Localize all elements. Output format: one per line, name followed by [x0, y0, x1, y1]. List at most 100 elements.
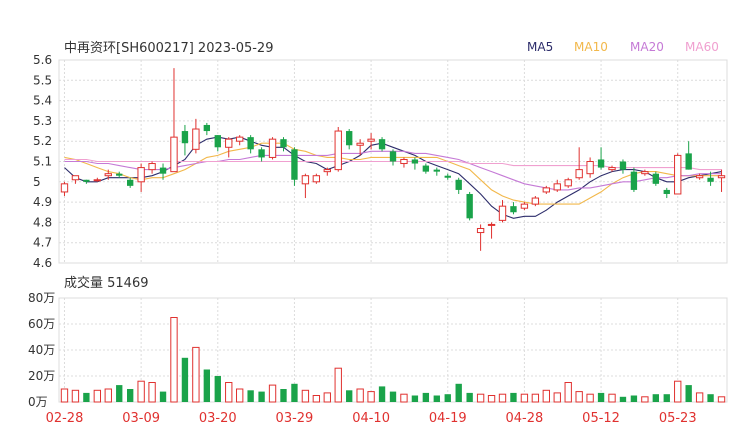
volume-bar: [148, 382, 156, 403]
volume-bar: [247, 390, 254, 402]
candle: [203, 122, 211, 136]
date-tick-label: 03-29: [276, 411, 314, 426]
volume-bar: [641, 396, 649, 403]
volume-bar: [695, 392, 704, 403]
candle: [181, 124, 189, 156]
candle-body: [695, 175, 704, 179]
candle-body: [312, 175, 321, 183]
volume-bar: [553, 392, 561, 403]
candle: [510, 202, 517, 215]
candle: [291, 147, 298, 186]
candle-body: [301, 175, 310, 185]
candle-body: [422, 165, 430, 172]
candle-body: [455, 179, 462, 190]
volume-bar: [225, 382, 233, 403]
candle-body: [608, 167, 616, 171]
candle: [411, 157, 419, 170]
candle: [389, 149, 397, 166]
candle-body: [433, 169, 440, 172]
candle-body: [137, 167, 145, 183]
date-tick-label: 04-10: [352, 411, 390, 426]
price-tick-label: 5.6: [33, 53, 52, 67]
legend-ma10: MA10: [574, 40, 608, 54]
candle-body: [510, 206, 517, 213]
candles: [60, 68, 726, 251]
volume-bar: [422, 392, 430, 402]
candle-body: [192, 128, 200, 150]
candle-body: [707, 177, 714, 182]
price-tick-label: 5.1: [33, 155, 52, 169]
volume-bar: [116, 385, 123, 402]
candle: [301, 173, 310, 199]
candle-body: [93, 179, 102, 182]
volume-bar: [411, 395, 419, 402]
candle: [564, 177, 572, 188]
candle-body: [531, 197, 540, 205]
candle-body: [236, 136, 244, 142]
volume-bar: [663, 394, 670, 402]
date-tick-label: 04-28: [506, 411, 544, 426]
candle: [148, 161, 156, 174]
candle-body: [641, 171, 649, 175]
volume-bar: [586, 393, 594, 403]
candle-body: [268, 138, 277, 158]
date-tick-label: 03-20: [199, 411, 237, 426]
volume-bar: [630, 395, 638, 402]
volume-bar: [608, 393, 616, 403]
volume-bar: [510, 392, 517, 402]
volume-bar: [93, 389, 102, 403]
candle-body: [674, 154, 682, 195]
candle-body: [60, 183, 69, 193]
price-tick-label: 5.4: [33, 94, 52, 108]
candle-body: [159, 167, 167, 174]
volume-bar: [236, 388, 244, 403]
candle: [312, 173, 321, 184]
candle: [127, 177, 134, 188]
candle-body: [356, 142, 364, 146]
candle-body: [564, 179, 572, 187]
candle-body: [400, 158, 408, 165]
volume-bar: [466, 392, 473, 402]
volume-bar: [652, 394, 659, 402]
candle: [487, 222, 496, 239]
candle-body: [104, 173, 112, 177]
volume-bar: [60, 388, 69, 403]
volume-bar: [258, 391, 265, 402]
volume-bar: [389, 391, 397, 402]
price-tick-label: 4.6: [33, 256, 52, 270]
volume-bar: [346, 390, 353, 402]
candle: [619, 159, 627, 174]
candle: [268, 137, 277, 160]
volume-bar: [356, 388, 364, 403]
candle: [214, 135, 221, 152]
volume-bar: [674, 380, 682, 403]
stock-chart: 中再资环[SH600217] 2023-05-29 MA5 MA10 MA20 …: [28, 40, 728, 426]
volume-bar: [280, 389, 287, 402]
candle-body: [367, 138, 375, 142]
volume-bar: [575, 391, 583, 403]
volume-bar: [444, 394, 451, 402]
date-tick-label: 02-28: [46, 411, 84, 426]
price-y-axis: 5.6 5.5 5.4 5.3 5.2 5.1 5 4.9 4.8 4.7 4.6: [33, 53, 52, 270]
candle: [116, 171, 123, 178]
price-tick-label: 5.3: [33, 114, 52, 128]
candle: [334, 126, 342, 172]
legend-ma5: MA5: [527, 40, 553, 54]
volume-bar: [104, 388, 112, 403]
candle: [170, 68, 178, 173]
price-tick-label: 4.7: [33, 236, 52, 250]
volume-bar: [214, 376, 221, 402]
candle: [433, 167, 440, 176]
volume-bar: [312, 395, 321, 403]
candle: [674, 153, 682, 195]
candle-body: [378, 139, 386, 150]
candle: [400, 157, 408, 168]
date-tick-label: 05-12: [582, 411, 620, 426]
candle-body: [542, 187, 550, 193]
volume-bar: [334, 367, 342, 403]
legend-ma60: MA60: [685, 40, 719, 54]
volume-bar: [476, 393, 485, 403]
candle: [685, 141, 692, 170]
volume-bar: [268, 384, 277, 403]
candle-body: [389, 151, 397, 162]
